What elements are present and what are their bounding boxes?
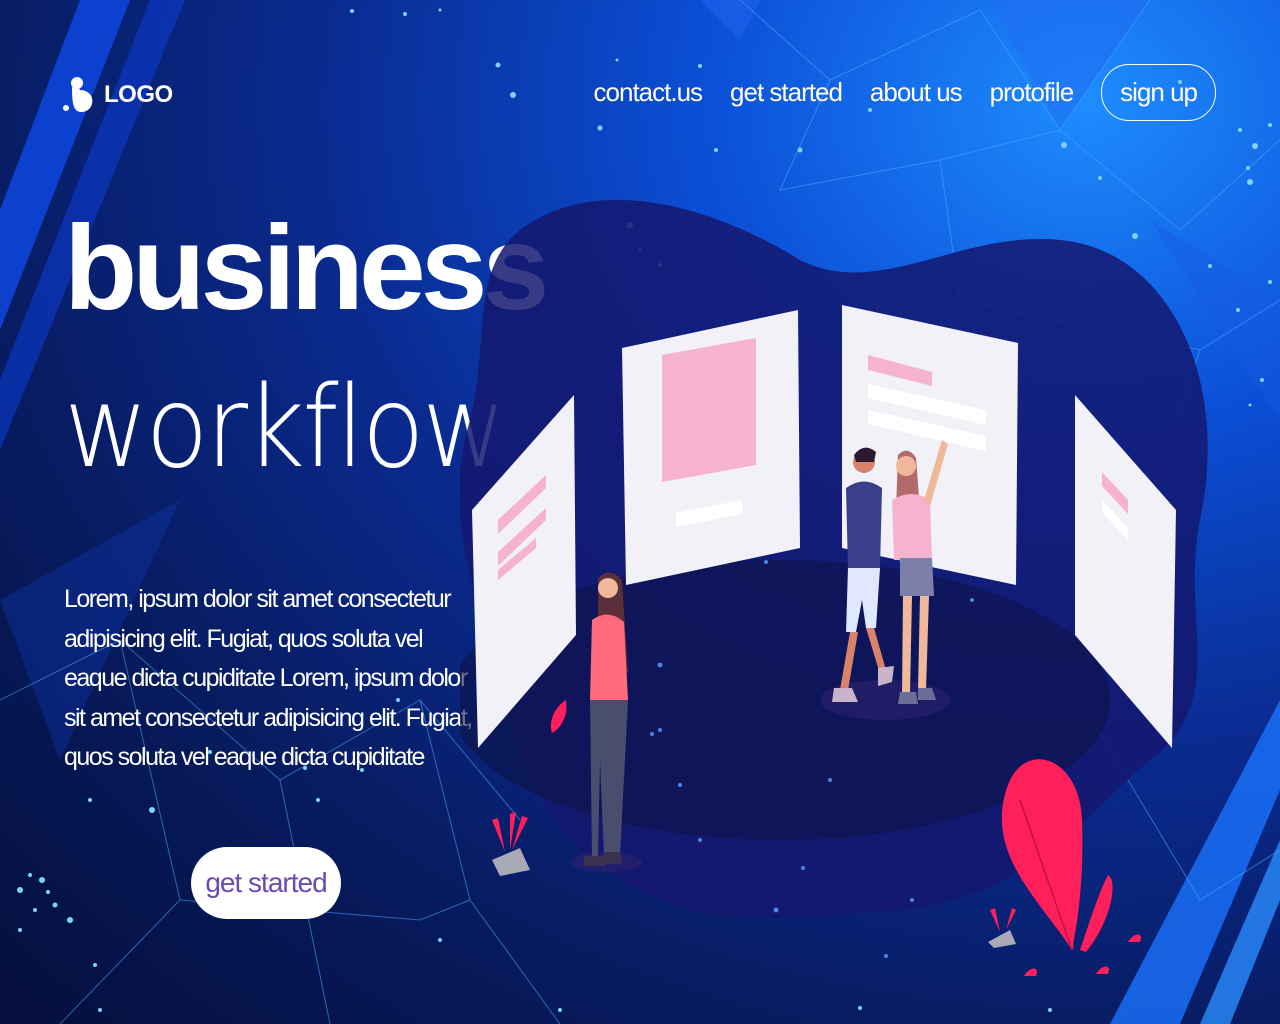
hero-description: Lorem, ipsum dolor sit amet consectetur … [64, 585, 473, 771]
hero-title-light: workflow [64, 363, 506, 493]
logo-mark-icon [63, 77, 93, 112]
workflow-illustration [460, 200, 1208, 976]
rock-plant-small [492, 812, 530, 876]
nav-link-about-us[interactable]: about us [870, 77, 963, 108]
get-started-button[interactable]: get started [191, 847, 341, 919]
top-nav: contact.us get started about us protofil… [594, 64, 1216, 121]
rock-plant-small-right [988, 908, 1016, 948]
logo[interactable]: LOGO [62, 74, 173, 116]
ui-panel-center-left [622, 310, 800, 585]
nav-link-protofile[interactable]: protofile [990, 77, 1074, 108]
nav-link-contact-us[interactable]: contact.us [594, 77, 704, 108]
logo-text: LOGO [104, 81, 173, 108]
nav-link-get-started[interactable]: get started [730, 77, 843, 108]
signup-button[interactable]: sign up [1101, 64, 1216, 121]
